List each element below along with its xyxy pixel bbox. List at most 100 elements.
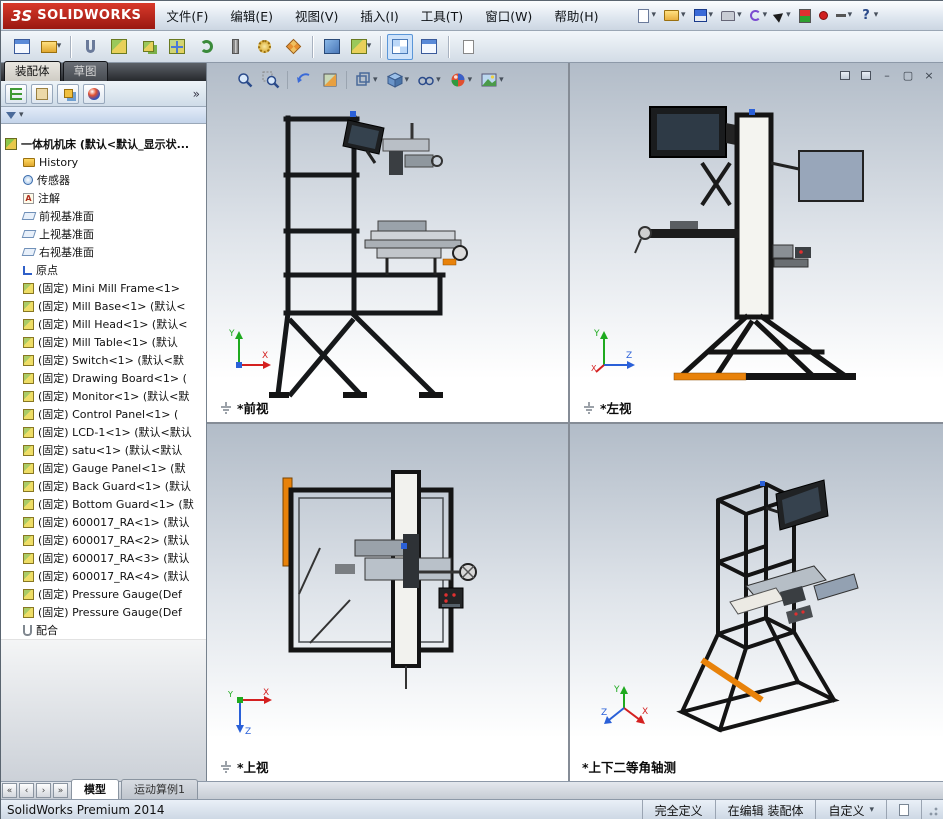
- tree-item-component[interactable]: (固定) 600017_RA<1> (默认: [1, 513, 206, 531]
- panel-overflow-button[interactable]: »: [193, 87, 202, 101]
- dropdown-icon[interactable]: ▾: [786, 11, 791, 20]
- previous-document-button[interactable]: [836, 68, 854, 83]
- next-document-button[interactable]: [857, 68, 875, 83]
- assembly-features-button[interactable]: [251, 34, 277, 60]
- tree-item-component[interactable]: (固定) Control Panel<1> (: [1, 405, 206, 423]
- component-pattern-button[interactable]: [106, 34, 132, 60]
- display-style-button[interactable]: ▾: [383, 69, 413, 91]
- tree-item-component[interactable]: (固定) 600017_RA<2> (默认: [1, 531, 206, 549]
- viewport-top[interactable]: X Z Y *上视: [207, 424, 568, 781]
- previous-tab-button[interactable]: ‹: [19, 783, 34, 798]
- display-style-button[interactable]: ▾: [348, 34, 374, 60]
- tree-item-origin[interactable]: 原点: [1, 261, 206, 279]
- display-manager-tab[interactable]: [83, 83, 105, 104]
- dropdown-icon[interactable]: ▾: [737, 11, 742, 20]
- menu-window[interactable]: 窗口(W): [474, 1, 543, 30]
- close-document-button[interactable]: ×: [920, 68, 938, 83]
- viewport-splitter-horizontal[interactable]: [207, 422, 943, 424]
- tree-item-front-plane[interactable]: 前视基准面: [1, 207, 206, 225]
- dropdown-icon[interactable]: ▾: [499, 75, 504, 85]
- tree-item-right-plane[interactable]: 右视基准面: [1, 243, 206, 261]
- tree-item-component[interactable]: (固定) Mill Table<1> (默认: [1, 333, 206, 351]
- dropdown-icon[interactable]: ▾: [651, 11, 656, 20]
- tree-item-component[interactable]: (固定) satu<1> (默认<默认: [1, 441, 206, 459]
- tree-item-component[interactable]: (固定) Drawing Board<1> (: [1, 369, 206, 387]
- document-properties-button[interactable]: [455, 34, 481, 60]
- tree-filter-bar[interactable]: ▾: [1, 107, 206, 124]
- menu-view[interactable]: 视图(V): [284, 1, 349, 30]
- menu-edit[interactable]: 编辑(E): [219, 1, 284, 30]
- dropdown-icon[interactable]: ▾: [373, 75, 378, 85]
- next-tab-button[interactable]: ›: [36, 783, 51, 798]
- tree-item-component[interactable]: (固定) Mill Head<1> (默认<: [1, 315, 206, 333]
- status-custom[interactable]: 自定义 ▾: [815, 800, 886, 819]
- zoom-area-button[interactable]: [259, 69, 283, 91]
- dropdown-icon[interactable]: ▾: [709, 11, 714, 20]
- single-view-viewport-button[interactable]: [416, 34, 442, 60]
- edit-component-button[interactable]: [9, 34, 35, 60]
- tree-item-component[interactable]: (固定) LCD-1<1> (默认<默认: [1, 423, 206, 441]
- hide-show-items-button[interactable]: ▾: [414, 69, 444, 91]
- tree-item-component[interactable]: (固定) Pressure Gauge(Def: [1, 603, 206, 621]
- configuration-manager-tab[interactable]: [57, 83, 79, 104]
- move-component-button[interactable]: [164, 34, 190, 60]
- minimize-document-button[interactable]: –: [878, 68, 896, 83]
- undo-button[interactable]: ▾: [747, 7, 771, 24]
- tab-sketch[interactable]: 草图: [62, 61, 108, 81]
- tree-root-assembly[interactable]: 一体机机床 (默认<默认_显示状...: [1, 135, 206, 153]
- tree-item-component[interactable]: (固定) Pressure Gauge(Def: [1, 585, 206, 603]
- menu-insert[interactable]: 插入(I): [349, 1, 409, 30]
- print-button[interactable]: ▾: [718, 8, 745, 24]
- insert-component-button[interactable]: ▾: [38, 34, 64, 60]
- menu-tools[interactable]: 工具(T): [410, 1, 474, 30]
- new-document-button[interactable]: ▾: [635, 6, 659, 26]
- dropdown-icon[interactable]: ▾: [848, 11, 853, 20]
- options-button[interactable]: ▾: [833, 8, 856, 23]
- tree-item-component[interactable]: (固定) Gauge Panel<1> (默: [1, 459, 206, 477]
- tree-item-component[interactable]: (固定) 600017_RA<4> (默认: [1, 567, 206, 585]
- last-tab-button[interactable]: »: [53, 783, 68, 798]
- smart-fasteners-button[interactable]: [222, 34, 248, 60]
- rotate-component-button[interactable]: [193, 34, 219, 60]
- tree-item-component[interactable]: (固定) Mini Mill Frame<1>: [1, 279, 206, 297]
- viewport-front[interactable]: Y X *前视: [207, 63, 568, 422]
- resize-grip[interactable]: [925, 803, 939, 817]
- tree-item-annotations[interactable]: A 注解: [1, 189, 206, 207]
- section-view-button[interactable]: [318, 69, 342, 91]
- dropdown-icon[interactable]: ▾: [405, 75, 410, 85]
- tree-item-sensors[interactable]: 传感器: [1, 171, 206, 189]
- dropdown-icon[interactable]: ▾: [681, 11, 686, 20]
- save-button[interactable]: ▾: [691, 6, 717, 25]
- tree-item-component[interactable]: (固定) Switch<1> (默认<默: [1, 351, 206, 369]
- zoom-fit-button[interactable]: [233, 69, 257, 91]
- tab-model[interactable]: 模型: [71, 779, 119, 799]
- exploded-view-button[interactable]: [280, 34, 306, 60]
- tree-item-component[interactable]: (固定) Mill Base<1> (默认<: [1, 297, 206, 315]
- edit-appearance-button[interactable]: ▾: [446, 69, 476, 91]
- dropdown-icon[interactable]: ▾: [869, 805, 874, 815]
- menu-file[interactable]: 文件(F): [155, 1, 219, 30]
- property-manager-tab[interactable]: [31, 83, 53, 104]
- linear-pattern-button[interactable]: [135, 34, 161, 60]
- menu-help[interactable]: 帮助(H): [543, 1, 609, 30]
- tab-assembly[interactable]: 装配体: [4, 61, 61, 81]
- tree-item-component[interactable]: (固定) Bottom Guard<1> (默: [1, 495, 206, 513]
- viewport-left[interactable]: Y Z X *左视: [570, 63, 943, 422]
- dropdown-icon[interactable]: ▾: [763, 11, 768, 20]
- dropdown-icon[interactable]: ▾: [468, 75, 473, 85]
- tree-item-component[interactable]: (固定) 600017_RA<3> (默认: [1, 549, 206, 567]
- dropdown-icon[interactable]: ▾: [367, 42, 372, 51]
- interference-detection-button[interactable]: [319, 34, 345, 60]
- restore-document-button[interactable]: ▢: [899, 68, 917, 83]
- previous-view-button[interactable]: [292, 69, 316, 91]
- filter-dropdown-icon[interactable]: ▾: [19, 110, 24, 120]
- tree-item-component[interactable]: (固定) Monitor<1> (默认<默: [1, 387, 206, 405]
- tree-item-top-plane[interactable]: 上视基准面: [1, 225, 206, 243]
- rebuild-button[interactable]: [796, 6, 814, 26]
- tab-motion-study[interactable]: 运动算例1: [121, 779, 198, 799]
- help-button[interactable]: ? ▾: [857, 5, 881, 26]
- tree-item-mates[interactable]: 配合: [1, 621, 206, 639]
- first-tab-button[interactable]: «: [2, 783, 17, 798]
- feature-manager-tab[interactable]: [5, 83, 27, 104]
- view-orientation-button[interactable]: ▾: [351, 69, 381, 91]
